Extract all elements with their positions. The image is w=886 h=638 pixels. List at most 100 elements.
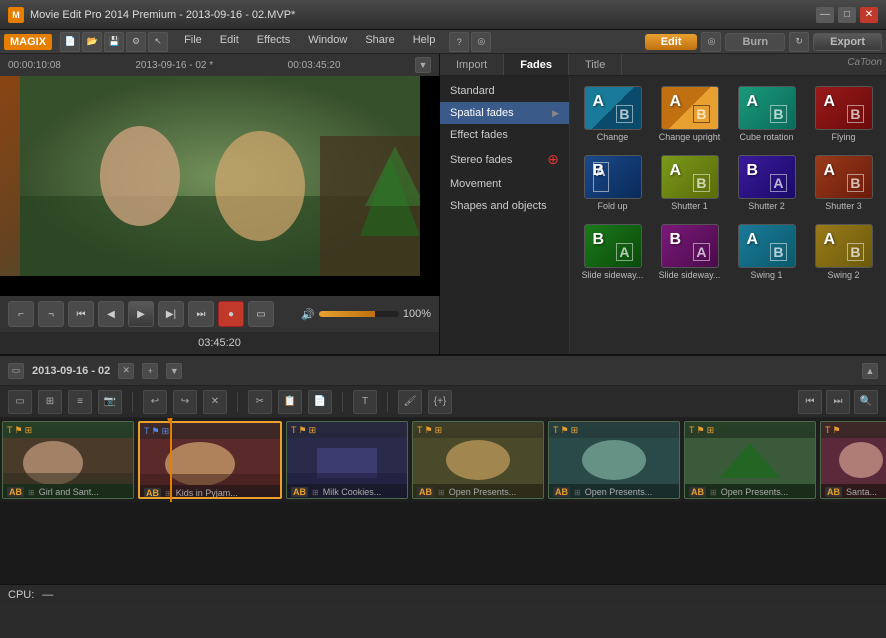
effect-fold-up[interactable]: BA Fold up <box>576 151 649 216</box>
menu-window[interactable]: Window <box>300 32 355 52</box>
effects-list-item-effect[interactable]: Effect fades <box>440 124 569 146</box>
timeline-expand-btn[interactable]: ▲ <box>862 363 878 379</box>
skip-start-btn[interactable]: ⏮ <box>798 390 822 414</box>
timeline-add-btn[interactable]: + <box>142 363 158 379</box>
playhead <box>170 418 172 502</box>
main-area: 00:00:10:08 2013-09-16 - 02 * 00:03:45:2… <box>0 54 886 354</box>
paint-btn[interactable]: 🖌 <box>398 390 422 414</box>
track-grid-btn[interactable]: ⊞ <box>38 390 62 414</box>
clip-presents3-footer: AB ⊞ Open Presents... <box>685 484 815 499</box>
tab-export-button[interactable]: Export <box>813 33 882 51</box>
help-icon[interactable]: ? <box>449 32 469 52</box>
delete-btn[interactable]: ✕ <box>203 390 227 414</box>
preview-expand-button[interactable]: ▼ <box>415 57 431 73</box>
effect-shutter3-thumbnail: AB <box>815 155 873 199</box>
clip-presents1[interactable]: T ⚑ ⊞ AB ⊞ Open Presents... <box>412 421 544 499</box>
menu-file[interactable]: File <box>176 32 210 52</box>
track-camera-btn[interactable]: 📷 <box>98 390 122 414</box>
cursor-button[interactable]: ↖ <box>148 32 168 52</box>
timeline-menu-btn[interactable]: ▼ <box>166 363 182 379</box>
prev-frame-button[interactable]: ⏮ <box>68 301 94 327</box>
tab-burn-button[interactable]: Burn <box>725 33 785 51</box>
extra-button[interactable]: ▭ <box>248 301 274 327</box>
volume-bar[interactable] <box>319 311 399 317</box>
skip-end-btn[interactable]: ⏭ <box>826 390 850 414</box>
title-bar-text: Movie Edit Pro 2014 Premium - 2013-09-16… <box>30 9 295 21</box>
settings-button[interactable]: ⚙ <box>126 32 146 52</box>
effect-slide1[interactable]: BA Slide sideway... <box>576 220 649 285</box>
clip-presents2[interactable]: T ⚑ ⊞ AB ⊞ Open Presents... <box>548 421 680 499</box>
copy-btn[interactable]: 📋 <box>278 390 302 414</box>
new-button[interactable]: 📄 <box>60 32 80 52</box>
clip-milk[interactable]: T ⚑ ⊞ AB ⊞ Milk Cookies... <box>286 421 408 499</box>
menu-share[interactable]: Share <box>357 32 402 52</box>
effect-shutter2-thumbnail: BA <box>738 155 796 199</box>
maximize-button[interactable]: □ <box>838 7 856 23</box>
timeline-view-btn[interactable]: ▭ <box>8 363 24 379</box>
timeline-header: ▭ 2013-09-16 - 02 ✕ + ▼ ▲ <box>0 356 886 386</box>
redo-btn[interactable]: ↪ <box>173 390 197 414</box>
effect-swing2-label: Swing 2 <box>827 270 859 281</box>
track-view-btn[interactable]: ▭ <box>8 390 32 414</box>
effect-cube-rotation-thumbnail: AB <box>738 86 796 130</box>
clip-santa[interactable]: T ⚑ AB Santa... <box>820 421 886 499</box>
media-icon[interactable]: ◎ <box>471 32 491 52</box>
effect-cube-rotation[interactable]: AB Cube rotation <box>730 82 803 147</box>
close-button[interactable]: ✕ <box>860 7 878 23</box>
tab-title[interactable]: Title <box>569 54 622 75</box>
effect-change[interactable]: AB Change <box>576 82 649 147</box>
clip-flag-icon4: ⚑ <box>425 425 433 436</box>
paste-btn[interactable]: 📄 <box>308 390 332 414</box>
save-button[interactable]: 💾 <box>104 32 124 52</box>
menu-help[interactable]: Help <box>405 32 444 52</box>
step-back-button[interactable]: ◀ <box>98 301 124 327</box>
effect-slide2[interactable]: BA Slide sideway... <box>653 220 726 285</box>
effect-cube-rotation-label: Cube rotation <box>739 132 793 143</box>
menu-effects[interactable]: Effects <box>249 32 298 52</box>
next-frame-button[interactable]: ⏭ <box>188 301 214 327</box>
text-btn[interactable]: T <box>353 390 377 414</box>
effects-list-item-spatial[interactable]: Spatial fades ▶ <box>440 102 569 124</box>
effect-flying[interactable]: AB Flying <box>807 82 880 147</box>
clip-kids[interactable]: T ⚑ ⊞ AB ⊞ Kids in Pyjam... <box>138 421 282 499</box>
tab-fades[interactable]: Fades <box>504 54 569 75</box>
track-list-btn[interactable]: ≡ <box>68 390 92 414</box>
clip-girl[interactable]: T ⚑ ⊞ AB ⊞ Girl and Sant... <box>2 421 134 499</box>
clip-presents3[interactable]: T ⚑ ⊞ AB ⊞ Open Presents... <box>684 421 816 499</box>
effect-shutter1[interactable]: AB Shutter 1 <box>653 151 726 216</box>
mark-out-button[interactable]: ¬ <box>38 301 64 327</box>
minimize-button[interactable]: — <box>816 7 834 23</box>
preview-timestamp-right: 00:03:45:20 <box>288 60 341 71</box>
clip-presents1-name: Open Presents... <box>449 487 517 497</box>
clip-cam-icon4: ⊞ <box>435 425 443 436</box>
tab-import[interactable]: Import <box>440 54 504 75</box>
cpu-label: CPU: <box>8 589 34 601</box>
open-button[interactable]: 📂 <box>82 32 102 52</box>
effects-list-item-standard[interactable]: Standard <box>440 80 569 102</box>
step-forward-button[interactable]: ▶| <box>158 301 184 327</box>
cut-btn[interactable]: ✂ <box>248 390 272 414</box>
effects-list-item-shapes[interactable]: Shapes and objects <box>440 195 569 217</box>
effect-shutter2[interactable]: BA Shutter 2 <box>730 151 803 216</box>
clip-santa-header: T ⚑ <box>821 422 886 438</box>
play-button[interactable]: ▶ <box>128 301 154 327</box>
clip-presents1-ab: AB <box>417 487 434 497</box>
tab-edit-button[interactable]: Edit <box>645 34 698 50</box>
effects-list-item-movement[interactable]: Movement <box>440 173 569 195</box>
record-button[interactable]: ● <box>218 301 244 327</box>
zoom-btn[interactable]: 🔍 <box>854 390 878 414</box>
menu-edit[interactable]: Edit <box>212 32 247 52</box>
clip-girl-ab: AB <box>7 487 24 497</box>
curve-btn[interactable]: {+} <box>428 390 452 414</box>
preview-time-display: 03:45:20 <box>0 332 439 354</box>
undo-btn[interactable]: ↩ <box>143 390 167 414</box>
effect-swing1[interactable]: AB Swing 1 <box>730 220 803 285</box>
effect-label: Effect fades <box>450 129 508 141</box>
mark-in-button[interactable]: ⌐ <box>8 301 34 327</box>
effect-swing2[interactable]: AB Swing 2 <box>807 220 880 285</box>
effect-shutter3[interactable]: AB Shutter 3 <box>807 151 880 216</box>
effects-panel: Import Fades Title CaToon Standard Spati… <box>440 54 886 354</box>
effects-list-item-stereo[interactable]: Stereo fades ⊕ <box>440 146 569 173</box>
timeline-close-btn[interactable]: ✕ <box>118 363 134 379</box>
effect-change-upright[interactable]: AB Change upright <box>653 82 726 147</box>
